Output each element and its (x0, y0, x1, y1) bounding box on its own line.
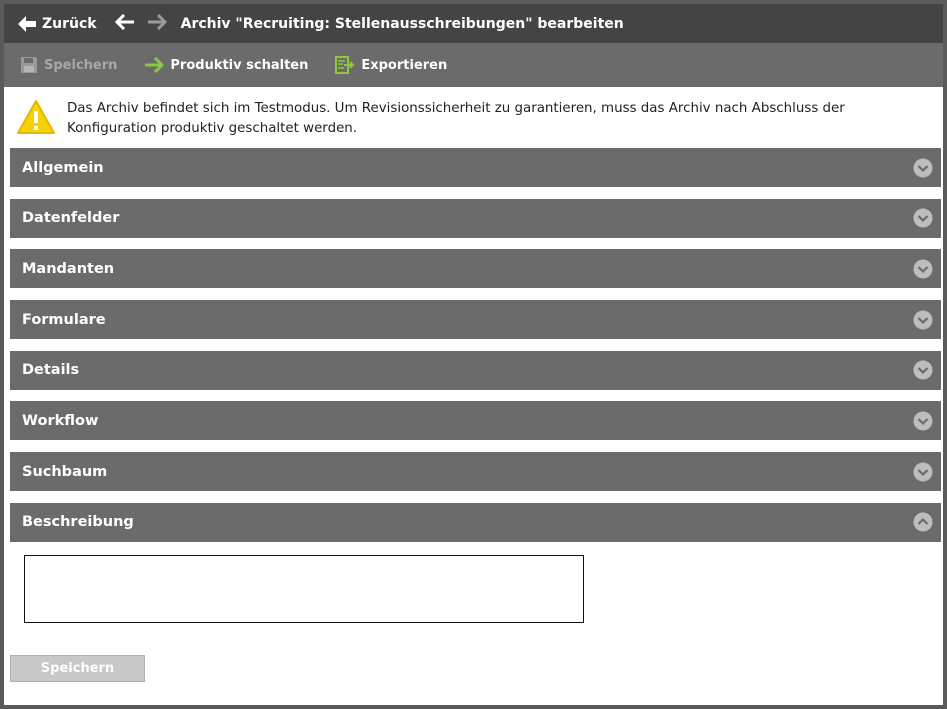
arrow-right-icon (144, 57, 165, 73)
chevron-down-icon (913, 310, 933, 330)
title-bar: Zurück Archiv "Recruiting: Stellenaussch… (4, 4, 943, 43)
section-title: Datenfelder (22, 210, 120, 227)
section-beschreibung[interactable]: Beschreibung (10, 502, 941, 542)
arrow-left-icon (114, 13, 135, 34)
description-textarea[interactable] (24, 555, 584, 623)
arrow-right-icon (147, 13, 167, 34)
chevron-down-icon (913, 208, 933, 228)
chevron-down-icon (913, 462, 933, 482)
section-title: Workflow (22, 412, 99, 429)
export-label: Exportieren (361, 57, 448, 73)
section-title: Allgemein (22, 159, 104, 176)
arrow-left-icon (18, 15, 36, 32)
chevron-down-icon (913, 158, 933, 178)
export-icon (335, 56, 355, 74)
section-workflow[interactable]: Workflow (10, 401, 941, 441)
save-label: Speichern (44, 57, 118, 73)
make-productive-button[interactable]: Produktiv schalten (144, 57, 308, 73)
test-mode-warning: Das Archiv befindet sich im Testmodus. U… (4, 87, 943, 148)
section-title: Formulare (22, 311, 106, 328)
save-bottom-button[interactable]: Speichern (10, 655, 145, 682)
section-title: Details (22, 362, 80, 379)
section-title: Beschreibung (22, 514, 134, 531)
back-button[interactable]: Zurück (18, 15, 97, 32)
section-datenfelder[interactable]: Datenfelder (10, 198, 941, 238)
section-allgemein[interactable]: Allgemein (10, 148, 941, 187)
section-title: Mandanten (22, 260, 115, 277)
page-title: Archiv "Recruiting: Stellenausschreibung… (180, 15, 624, 32)
history-back-button[interactable] (114, 13, 135, 34)
section-mandanten[interactable]: Mandanten (10, 249, 941, 289)
floppy-disk-icon (20, 56, 38, 74)
warning-text: Das Archiv befindet sich im Testmodus. U… (67, 101, 845, 136)
section-title: Suchbaum (22, 463, 108, 480)
archive-editor-window: Zurück Archiv "Recruiting: Stellenaussch… (0, 0, 947, 709)
back-label: Zurück (42, 15, 97, 32)
section-formulare[interactable]: Formulare (10, 300, 941, 340)
section-suchbaum[interactable]: Suchbaum (10, 452, 941, 492)
section-list: Allgemein Datenfelder Mandanten Formular… (10, 148, 941, 554)
chevron-down-icon (913, 411, 933, 431)
export-button[interactable]: Exportieren (335, 56, 447, 74)
warning-triangle-icon (16, 99, 56, 139)
chevron-down-icon (913, 259, 933, 279)
chevron-up-icon (913, 512, 933, 532)
make-productive-label: Produktiv schalten (170, 57, 309, 73)
save-button[interactable]: Speichern (20, 56, 117, 74)
chevron-down-icon (913, 360, 933, 380)
section-details[interactable]: Details (10, 350, 941, 390)
toolbar: Speichern Produktiv schalten Exportieren (4, 43, 943, 87)
history-forward-button[interactable] (147, 13, 167, 34)
